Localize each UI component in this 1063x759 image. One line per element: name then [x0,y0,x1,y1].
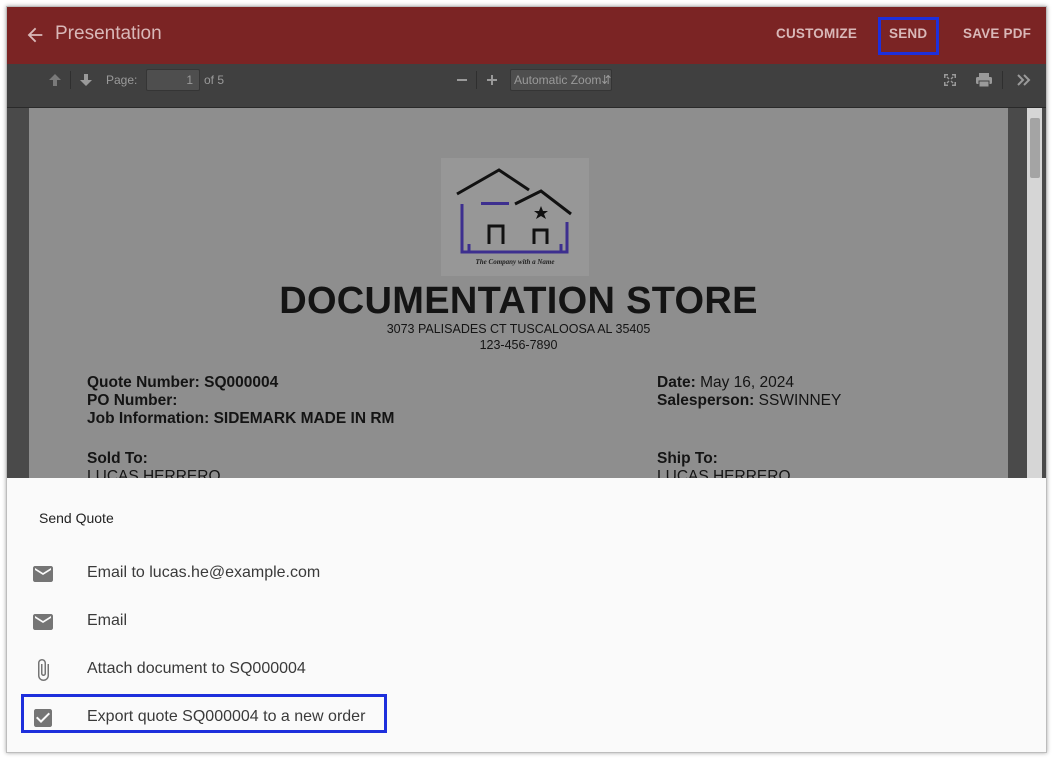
logo-tagline: The Company with a Name [475,258,555,266]
store-phone: 123-456-7890 [479,338,558,352]
email-to-customer-label: Email to lucas.he@example.com [87,564,321,581]
company-logo: The Company with a Name [441,158,589,276]
zoom-in-icon[interactable] [485,73,499,87]
page-label: Page: [106,73,138,87]
export-highlight-box [21,694,387,733]
app-window: Presentation CUSTOMIZE SEND SAVE PDF Pag… [6,6,1047,753]
print-icon[interactable] [975,72,993,88]
next-page-icon[interactable] [78,72,94,88]
attach-document-option[interactable]: Attach document to SQ000004 [7,648,1046,692]
send-quote-sheet: Send Quote Email to lucas.he@example.com… [7,478,1046,752]
job-info-value: SIDEMARK MADE IN RM [213,410,395,427]
tools-chevron-icon[interactable] [1016,73,1032,87]
zoom-out-icon[interactable] [455,73,469,87]
quote-number-value: SQ000004 [204,374,279,391]
salesperson-value: SSWINNEY [758,392,842,409]
paperclip-icon [38,659,49,681]
email-label: Email [87,612,128,629]
app-header: Presentation CUSTOMIZE SEND SAVE PDF [7,7,1046,64]
quote-number-label: Quote Number: [87,374,200,391]
po-number-label: PO Number: [87,392,178,409]
send-highlight-box [878,17,939,55]
back-arrow-icon[interactable] [24,24,46,46]
page-count: of 5 [204,73,225,87]
page-number-input[interactable]: 1 [146,69,200,91]
attach-document-label: Attach document to SQ000004 [87,660,306,677]
toolbar-divider [1002,71,1003,89]
po-number-line: PO Number: [87,392,177,410]
email-to-customer-option[interactable]: Email to lucas.he@example.com [7,552,1046,596]
email-icon [33,566,53,582]
quote-number-line: Quote Number: SQ000004 [87,374,278,392]
presentation-mode-icon[interactable] [942,72,958,88]
store-name: DOCUMENTATION STORE [279,280,758,322]
select-arrows-icon: ⇵ [601,73,612,87]
ship-to-line: Ship To: [657,450,718,468]
ship-to-label: Ship To: [657,450,718,467]
toolbar-divider [476,71,477,89]
previous-page-icon[interactable] [47,72,63,88]
sold-to-label: Sold To: [87,450,148,467]
zoom-select-value: Automatic Zoom [514,73,602,87]
zoom-select[interactable]: Automatic Zoom⇵ [510,69,612,91]
email-option[interactable]: Email [7,600,1046,644]
page-title: Presentation [55,23,162,44]
date-label: Date: [657,374,696,391]
customize-button[interactable]: CUSTOMIZE [776,26,857,41]
toolbar-divider [70,71,71,89]
pdf-scroll-thumb[interactable] [1030,118,1040,178]
job-info-label: Job Information: [87,410,210,427]
pdf-scrollbar[interactable] [1027,108,1042,478]
store-address: 3073 PALISADES CT TUSCALOOSA AL 35405 [386,322,651,336]
save-pdf-button[interactable]: SAVE PDF [963,26,1031,41]
date-line: Date: May 16, 2024 [657,374,794,392]
salesperson-line: Salesperson: SSWINNEY [657,392,841,410]
sold-to-line: Sold To: [87,450,148,468]
sheet-title: Send Quote [39,510,114,526]
pdf-viewer[interactable]: The Company with a Name DOCUMENTATION ST… [7,108,1046,485]
date-value: May 16, 2024 [700,374,795,391]
job-info-line: Job Information: SIDEMARK MADE IN RM [87,410,394,428]
pdf-page: The Company with a Name DOCUMENTATION ST… [29,108,1008,485]
salesperson-label: Salesperson: [657,392,755,409]
email-icon [33,614,53,630]
